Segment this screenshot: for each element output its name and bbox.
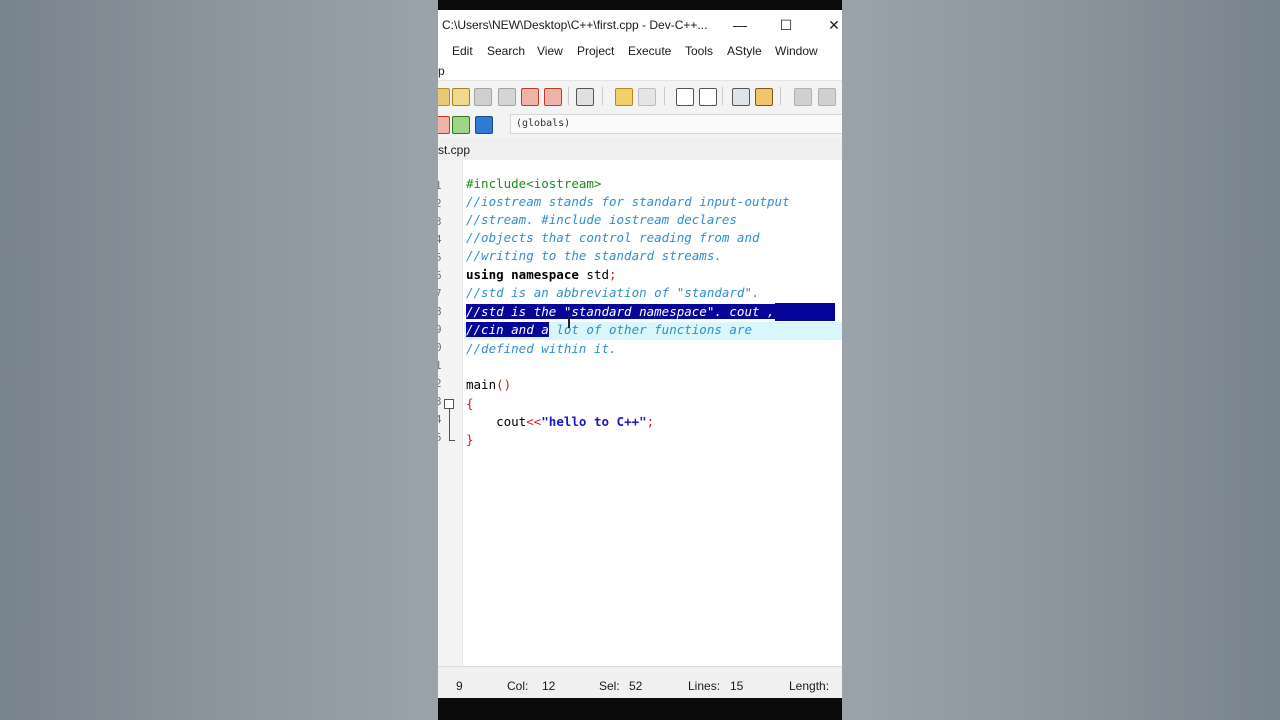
status-bar: 9 Col: 12 Sel: 52 Lines: 15 Length:	[438, 666, 842, 698]
line-number: 9	[438, 323, 442, 336]
code-line-12: main()	[466, 377, 512, 392]
status-length-label: Length:	[789, 679, 830, 693]
toolbar-separator	[722, 87, 723, 105]
line-number: 2	[438, 197, 442, 210]
main-toolbar	[438, 80, 842, 111]
code-line-8: //std is the "standard namespace". cout …	[466, 303, 835, 321]
line-number-gutter: 1 2 3 4 5 6 7 8 9 0 1 2 3 4 5	[438, 160, 463, 666]
window-title: C:\Users\NEW\Desktop\C++\first.cpp - Dev…	[442, 18, 708, 32]
line-number: 4	[438, 233, 442, 246]
line-number: 7	[438, 287, 442, 300]
fold-toggle-icon[interactable]	[444, 399, 454, 409]
line-number: 5	[438, 431, 442, 444]
code-line-4: //objects that control reading from and	[466, 230, 760, 245]
line-number: 1	[438, 359, 442, 372]
indent-icon[interactable]	[732, 88, 750, 106]
unindent-icon[interactable]	[755, 88, 773, 106]
line-number: 1	[438, 179, 442, 192]
status-lines-value: 15	[730, 679, 744, 693]
code-line-9: //cin and a lot of other functions are	[466, 322, 752, 337]
menu-execute[interactable]: Execute	[628, 44, 671, 58]
status-sel-label: Sel:	[599, 679, 620, 693]
code-line-1: #include<iostream>	[466, 176, 602, 191]
redo-icon[interactable]	[638, 88, 656, 106]
devcpp-window: C:\Users\NEW\Desktop\C++\first.cpp - Dev…	[438, 10, 842, 698]
editor-tabs: st.cpp	[438, 138, 842, 160]
code-line-10: //defined within it.	[466, 341, 617, 356]
minimize-button[interactable]: —	[726, 14, 754, 36]
status-lines-label: Lines:	[688, 679, 721, 693]
add-file-icon[interactable]	[452, 116, 470, 134]
new-file-icon[interactable]	[438, 88, 450, 106]
code-line-5: //writing to the standard streams.	[466, 248, 722, 263]
fold-guide	[449, 409, 450, 440]
menu-help-fragment[interactable]: p	[438, 64, 445, 78]
tab-first-cpp[interactable]: st.cpp	[438, 143, 470, 157]
menu-project[interactable]: Project	[577, 44, 614, 58]
line-number: 3	[438, 215, 442, 228]
forward-icon[interactable]	[818, 88, 836, 106]
save-icon[interactable]	[474, 88, 492, 106]
back-icon[interactable]	[794, 88, 812, 106]
menu-tools[interactable]: Tools	[685, 44, 713, 58]
scope-dropdown[interactable]: (globals)	[510, 114, 842, 134]
code-line-6: using namespace std;	[466, 267, 617, 282]
save-all-icon[interactable]	[498, 88, 516, 106]
line-number: 2	[438, 377, 442, 390]
replace-icon[interactable]	[699, 88, 717, 106]
toolbar-separator	[602, 87, 603, 105]
bookmark-icon[interactable]	[475, 116, 493, 134]
title-bar: C:\Users\NEW\Desktop\C++\first.cpp - Dev…	[438, 10, 842, 40]
project-icon[interactable]	[438, 116, 450, 134]
line-number: 8	[438, 305, 442, 318]
line-number: 4	[438, 413, 442, 426]
close-all-icon[interactable]	[544, 88, 562, 106]
close-button[interactable]: ✕	[820, 14, 842, 36]
line-number: 5	[438, 251, 442, 264]
fold-guide-end	[449, 440, 455, 441]
code-line-3: //stream. #include iostream declares	[466, 212, 737, 227]
code-line-13: {	[466, 396, 474, 411]
print-icon[interactable]	[576, 88, 594, 106]
menu-search[interactable]: Search	[487, 44, 525, 58]
toolbar-separator	[568, 87, 569, 105]
toolbar-separator	[780, 87, 781, 105]
status-line: 9	[456, 679, 463, 693]
class-toolbar: (globals)	[438, 110, 842, 139]
menu-view[interactable]: View	[537, 44, 563, 58]
find-icon[interactable]	[676, 88, 694, 106]
close-file-icon[interactable]	[521, 88, 539, 106]
code-line-15: }	[466, 432, 474, 447]
maximize-button[interactable]: ☐	[772, 14, 800, 36]
code-line-2: //iostream stands for standard input-out…	[466, 194, 790, 209]
line-number: 3	[438, 395, 442, 408]
status-sel-value: 52	[629, 679, 643, 693]
video-top-bar	[438, 0, 842, 10]
menu-bar: Edit Search View Project Execute Tools A…	[438, 40, 842, 62]
video-bottom-bar	[438, 698, 842, 720]
open-file-icon[interactable]	[452, 88, 470, 106]
status-col-value: 12	[542, 679, 556, 693]
code-line-14: cout<<"hello to C++";	[466, 414, 655, 429]
status-col-label: Col:	[507, 679, 529, 693]
toolbar-separator	[664, 87, 665, 105]
line-number: 0	[438, 341, 442, 354]
scope-value: (globals)	[516, 118, 571, 129]
mouse-cursor-icon	[568, 316, 570, 328]
line-number: 6	[438, 269, 442, 282]
menu-overflow-row: p	[438, 62, 842, 80]
menu-window[interactable]: Window	[775, 44, 818, 58]
undo-icon[interactable]	[615, 88, 633, 106]
code-line-7: //std is an abbreviation of "standard".	[466, 285, 760, 300]
menu-astyle[interactable]: AStyle	[727, 44, 762, 58]
code-editor[interactable]: 1 2 3 4 5 6 7 8 9 0 1 2 3 4 5 #include<i…	[438, 160, 842, 666]
menu-edit[interactable]: Edit	[452, 44, 473, 58]
